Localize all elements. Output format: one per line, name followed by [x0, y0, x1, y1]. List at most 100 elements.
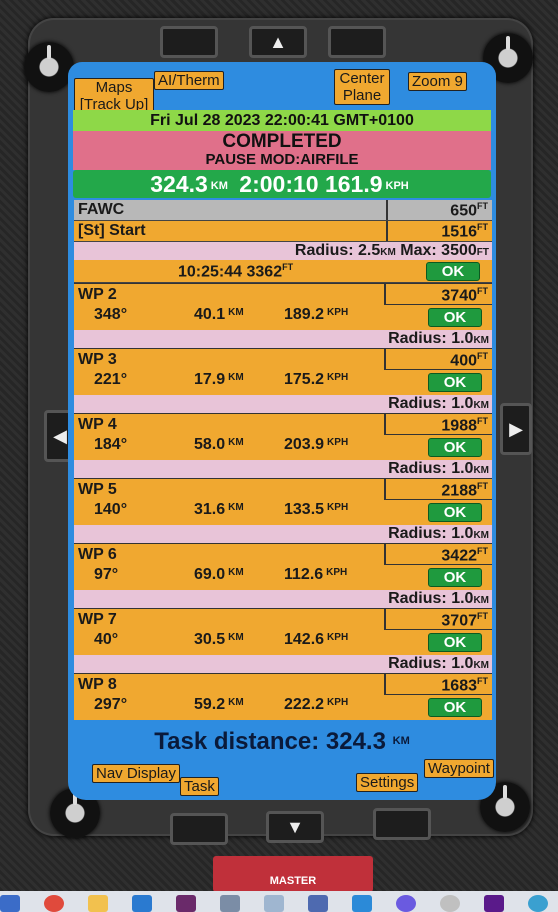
start-radius: Radius: 2.5	[294, 242, 381, 259]
waypoint-ok-badge: OK	[428, 373, 482, 392]
waypoint-row[interactable]: WP 4 184° 58.0 KM 203.9 KPH 1988FT OK	[74, 413, 492, 460]
center-plane-softkey[interactable]: Center Plane	[334, 69, 390, 105]
waypoint-radius-unit: KM	[473, 660, 489, 671]
nav-display-softkey[interactable]: Nav Display	[92, 764, 181, 783]
waypoint-speed: 175.2 KPH	[284, 371, 349, 388]
calculator-icon[interactable]	[220, 895, 240, 912]
waypoint-radius-row: Radius: 1.0KM	[74, 330, 492, 348]
waypoint-softkey[interactable]: Waypoint	[424, 759, 494, 778]
start-icon[interactable]	[0, 895, 20, 912]
waypoint-row[interactable]: WP 3 221° 17.9 KM 175.2 KPH 400FT OK	[74, 348, 492, 395]
waypoint-row[interactable]: WP 6 97° 69.0 KM 112.6 KPH 3422FT OK	[74, 543, 492, 590]
waypoint-distance: 69.0 KM	[194, 566, 244, 583]
summary-speed: 161.9	[324, 171, 383, 197]
waypoint-radius: Radius: 1.0	[388, 590, 474, 607]
start-time-row: 10:25:44 3362FT OK	[74, 260, 492, 283]
waypoint-radius-row: Radius: 1.0KM	[74, 590, 492, 608]
waypoint-radius-row: Radius: 1.0KM	[74, 395, 492, 413]
start-row[interactable]: [St] Start 1516FT	[74, 221, 492, 242]
summary-distance: 324.3	[150, 171, 208, 197]
globe-icon[interactable]	[528, 895, 548, 912]
maps-softkey[interactable]: Maps [Track Up]	[74, 78, 154, 114]
maps-label: Maps	[95, 79, 133, 96]
datetime-bar: Fri Jul 28 2023 22:00:41 GMT+0100	[73, 110, 491, 131]
home-alt-unit: FT	[477, 201, 488, 211]
right-arrow-button[interactable]: ▶	[500, 403, 532, 455]
waypoint-radius-unit: KM	[473, 530, 489, 541]
top-left-hw-button[interactable]	[160, 26, 218, 58]
bottom-left-hw-button[interactable]	[170, 813, 228, 845]
waypoint-radius-row: Radius: 1.0KM	[74, 525, 492, 543]
waypoint-altitude: 3707FT	[441, 611, 488, 630]
task-status-bar: COMPLETED PAUSE MOD:AIRFILE	[73, 131, 491, 170]
start-max: Max: 3500	[400, 242, 477, 259]
waypoint-radius: Radius: 1.0	[388, 525, 474, 542]
start-time-alt-unit: FT	[282, 262, 294, 272]
photos-icon[interactable]	[308, 895, 328, 912]
waypoint-bearing: 40°	[94, 631, 119, 648]
waypoint-altitude: 3740FT	[441, 286, 488, 305]
waypoint-row[interactable]: WP 5 140° 31.6 KM 133.5 KPH 2188FT OK	[74, 478, 492, 525]
home-row[interactable]: FAWC 650FT	[74, 200, 492, 221]
start-time: 10:25:44	[178, 263, 243, 281]
task-softkey[interactable]: Task	[180, 777, 219, 796]
waypoint-distance: 17.9 KM	[194, 371, 244, 388]
waypoint-radius-unit: KM	[473, 465, 489, 476]
waypoint-distance: 30.5 KM	[194, 631, 244, 648]
start-max-unit: FT	[476, 247, 489, 258]
clock-icon[interactable]	[440, 895, 460, 912]
waypoint-bearing: 140°	[94, 501, 128, 518]
waypoint-radius: Radius: 1.0	[388, 460, 474, 477]
top-right-hw-button[interactable]	[328, 26, 386, 58]
plane-label: Plane	[342, 87, 382, 104]
waypoint-radius: Radius: 1.0	[388, 655, 474, 672]
waypoint-distance: 59.2 KM	[194, 696, 244, 713]
folder-icon[interactable]	[88, 895, 108, 912]
waypoint-speed: 133.5 KPH	[284, 501, 349, 518]
vscode-icon[interactable]	[352, 895, 372, 912]
start-time-alt: 3362	[246, 263, 283, 281]
chrome-icon[interactable]	[44, 895, 64, 912]
master-label: MASTER	[269, 875, 317, 887]
summary-speed-unit: KPH	[385, 180, 409, 192]
top-left-knob[interactable]	[24, 42, 74, 92]
store-icon[interactable]	[132, 895, 152, 912]
bottom-right-hw-button[interactable]	[373, 808, 431, 840]
task-distance-unit: KM	[392, 735, 410, 747]
waypoint-speed: 112.6 KPH	[284, 566, 348, 583]
waypoint-radius-unit: KM	[473, 595, 489, 606]
up-arrow-button[interactable]: ▲	[249, 26, 307, 58]
master-caution-panel[interactable]: MASTER	[213, 856, 373, 892]
task-table: FAWC 650FT [St] Start 1516FT Radius: 2.5…	[74, 200, 492, 720]
waypoint-row[interactable]: WP 2 348° 40.1 KM 189.2 KPH 3740FT OK	[74, 283, 492, 330]
waypoint-radius: Radius: 1.0	[388, 395, 474, 412]
start-label: [St] Start	[78, 222, 146, 239]
waypoint-speed: 142.6 KPH	[284, 631, 349, 648]
waypoint-radius-row: Radius: 1.0KM	[74, 460, 492, 478]
waypoint-name: WP 7	[78, 611, 117, 628]
start-radius-row: Radius: 2.5KM Max: 3500FT	[74, 242, 492, 260]
waypoint-bearing: 348°	[94, 306, 128, 323]
settings-softkey[interactable]: Settings	[356, 773, 419, 792]
waypoint-radius-unit: KM	[473, 335, 489, 346]
waypoint-radius: Radius: 1.0	[388, 330, 474, 347]
waypoint-list: WP 2 348° 40.1 KM 189.2 KPH 3740FT OK Radius: 1.…	[74, 283, 492, 720]
waypoint-name: WP 3	[78, 351, 117, 368]
windows-taskbar	[0, 891, 558, 912]
waypoint-ok-badge: OK	[428, 568, 482, 587]
mail-icon[interactable]	[264, 895, 284, 912]
down-arrow-button[interactable]: ▼	[266, 811, 324, 843]
purple-app-icon[interactable]	[484, 895, 504, 912]
waypoint-bearing: 184°	[94, 436, 128, 453]
waypoint-ok-badge: OK	[428, 438, 482, 457]
task-summary-bar: 324.3 KM 2:00:10 161.9 KPH	[73, 170, 491, 198]
center-label: Center	[339, 70, 385, 87]
task-distance: Task distance: 324.3 KM	[68, 728, 496, 756]
waypoint-row[interactable]: WP 8 297° 59.2 KM 222.2 KPH 1683FT OK	[74, 673, 492, 720]
home-alt: 650	[450, 202, 477, 220]
waypoint-row[interactable]: WP 7 40° 30.5 KM 142.6 KPH 3707FT OK	[74, 608, 492, 655]
discord-icon[interactable]	[396, 895, 416, 912]
zoom-softkey[interactable]: Zoom 9	[408, 72, 467, 91]
ai-therm-softkey[interactable]: AI/Therm	[154, 71, 224, 90]
app-icon[interactable]	[176, 895, 196, 912]
